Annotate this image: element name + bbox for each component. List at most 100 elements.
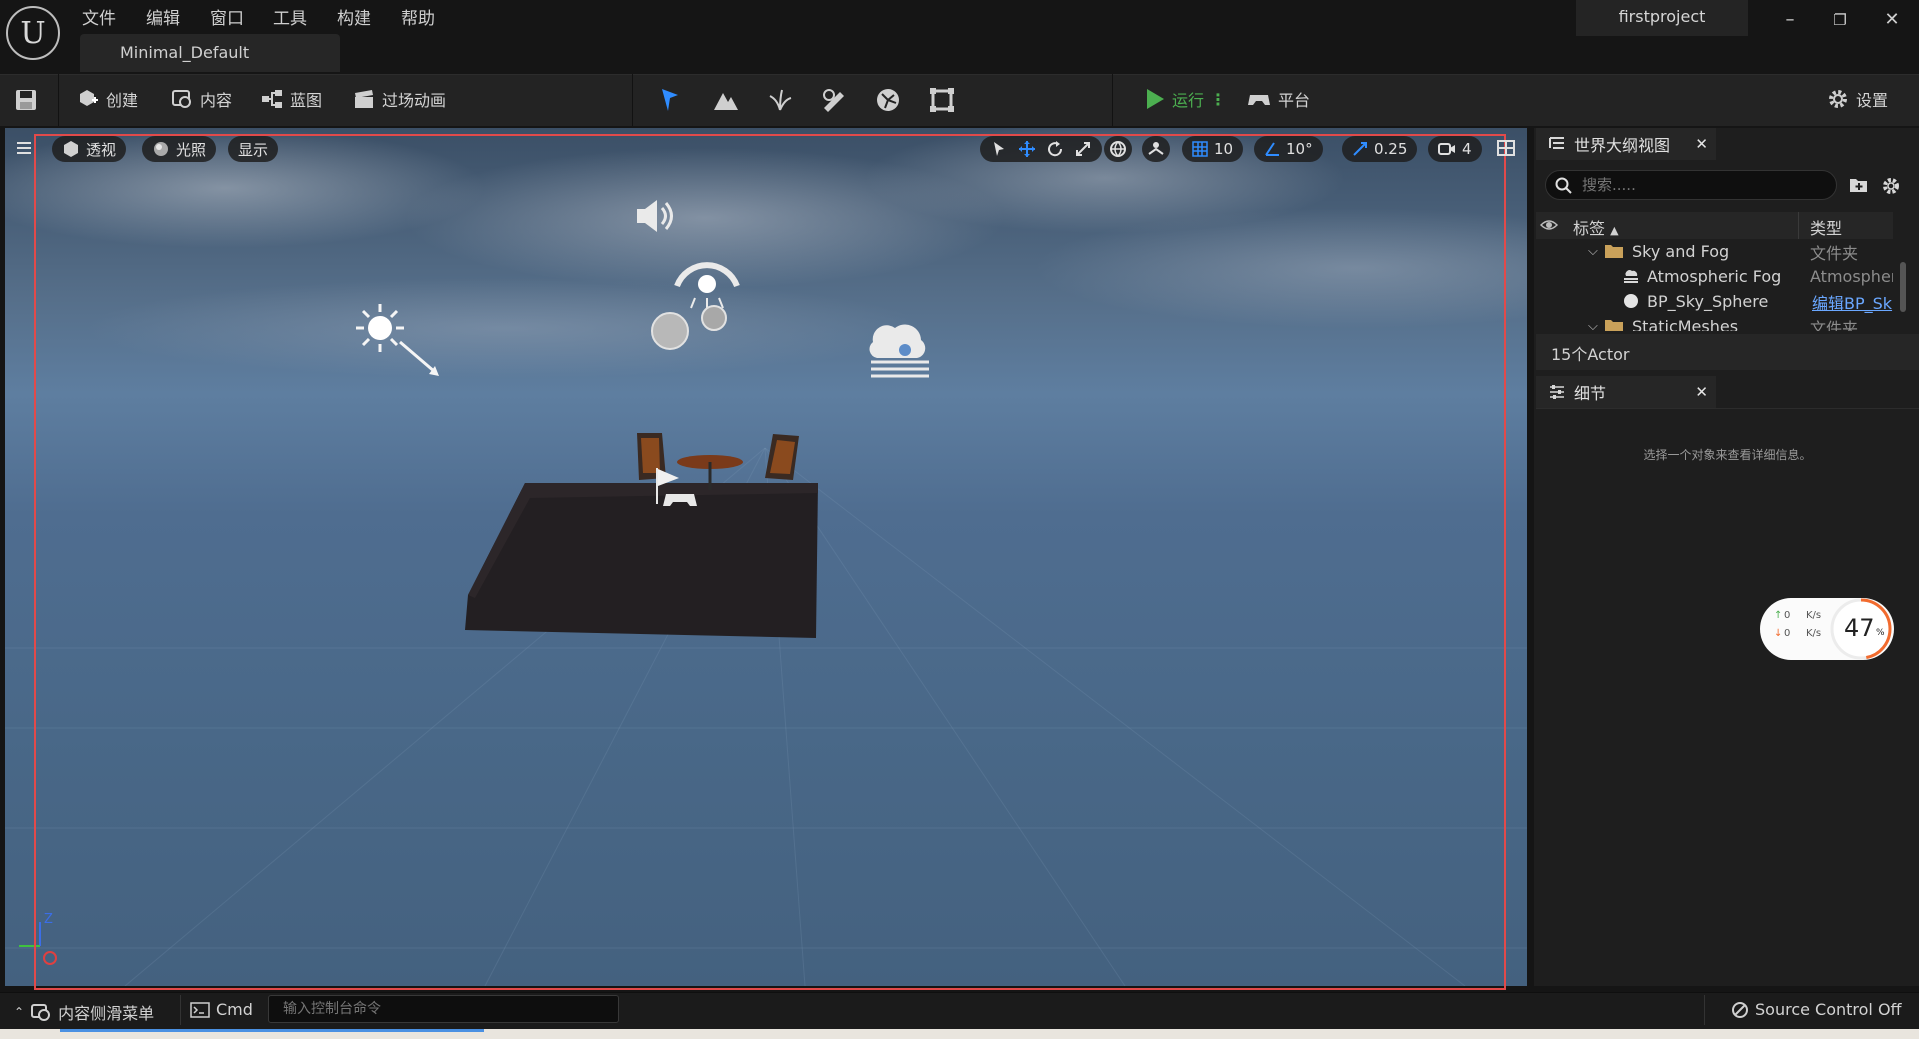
folder-icon — [1605, 320, 1623, 331]
scale-snap-icon — [1353, 142, 1367, 156]
settings-button[interactable]: 设置 — [1826, 84, 1888, 114]
column-type-header[interactable]: 类型 — [1810, 215, 1842, 239]
content-drawer-label: 内容侧滑菜单 — [58, 1004, 155, 1023]
tree-row[interactable]: Atmospheric Fog Atmospher — [1536, 264, 1893, 289]
move-icon[interactable] — [1018, 140, 1036, 158]
camera-speed-button[interactable]: 4 — [1428, 136, 1482, 162]
foliage-mode-icon[interactable] — [766, 86, 794, 114]
play-button[interactable]: 运行 ⋮ — [1144, 84, 1226, 114]
menu-window[interactable]: 窗口 — [210, 4, 244, 29]
viewport-selection-frame — [34, 134, 1506, 990]
lighting-button[interactable]: 光照 — [142, 136, 217, 162]
fracture-mode-icon[interactable] — [874, 86, 902, 114]
menu-build[interactable]: 构建 — [337, 4, 371, 29]
source-control-button[interactable]: Source Control Off — [1731, 1000, 1902, 1019]
chevron-down-icon[interactable]: ⌵ — [1588, 319, 1598, 331]
tab-details[interactable]: 细节 ✕ — [1536, 376, 1716, 408]
scale-snap-button[interactable]: 0.25 — [1342, 136, 1418, 162]
scale-icon[interactable] — [1074, 140, 1092, 158]
blueprint-label: 蓝图 — [290, 91, 323, 110]
play-label: 运行 — [1172, 91, 1205, 110]
platforms-label: 平台 — [1278, 91, 1311, 110]
console-command-input[interactable] — [268, 995, 619, 1023]
modeling-mode-icon[interactable] — [928, 86, 956, 114]
close-button[interactable]: ✕ — [1872, 6, 1912, 34]
camera-speed-value: 4 — [1462, 140, 1472, 158]
clapperboard-icon — [355, 90, 373, 108]
world-local-toggle[interactable] — [1104, 136, 1132, 162]
tree-row-name: Sky and Fog — [1632, 242, 1730, 261]
surface-snap-icon — [1148, 142, 1164, 155]
tab-outliner[interactable]: 世界大纲视图 ✕ — [1536, 128, 1716, 160]
download-unit: K/s — [1806, 628, 1822, 639]
menu-file[interactable]: 文件 — [82, 4, 116, 29]
unreal-logo-icon[interactable]: U — [6, 6, 60, 60]
perspective-label: 透视 — [86, 140, 117, 159]
outliner-search-input[interactable] — [1582, 174, 1822, 196]
network-speed-widget[interactable]: ↑ 0 K/s ↓ 0 K/s 47 % — [1760, 598, 1894, 660]
close-outliner-icon[interactable]: ✕ — [1695, 135, 1708, 153]
column-label-header[interactable]: 标签 ▲ — [1573, 215, 1619, 239]
select-arrow-icon[interactable] — [990, 140, 1008, 158]
content-drawer-button[interactable]: ⌃ 内容侧滑菜单 — [14, 1000, 154, 1024]
add-folder-icon[interactable] — [1849, 176, 1869, 194]
terminal-icon — [190, 1001, 210, 1018]
project-name: firstproject — [1576, 0, 1748, 36]
camera-icon — [1438, 143, 1455, 155]
grid-snap-button[interactable]: 10 — [1182, 136, 1244, 162]
lit-sphere-icon — [154, 142, 168, 156]
outliner-icon — [1549, 137, 1564, 149]
toolbar-divider — [1112, 74, 1113, 126]
visibility-eye-icon[interactable] — [1540, 217, 1558, 233]
cpu-usage-percent-sign: % — [1876, 628, 1885, 638]
menu-help[interactable]: 帮助 — [401, 4, 435, 29]
create-label: 创建 — [106, 91, 139, 110]
viewport-layout-icon[interactable] — [1496, 138, 1516, 158]
outliner-settings-gear-icon[interactable] — [1881, 176, 1901, 196]
cinematics-button[interactable]: 过场动画 — [352, 84, 446, 114]
outliner-title: 世界大纲视图 — [1574, 136, 1671, 155]
landscape-mode-icon[interactable] — [712, 86, 740, 114]
cinematics-label: 过场动画 — [382, 91, 447, 110]
content-button[interactable]: 内容 — [170, 84, 232, 114]
content-drawer-icon — [31, 1004, 51, 1021]
minimize-button[interactable]: – — [1770, 6, 1810, 34]
outliner-scrollbar[interactable] — [1900, 262, 1906, 312]
outliner-search[interactable] — [1545, 170, 1837, 200]
rotate-icon[interactable] — [1046, 140, 1064, 158]
create-button[interactable]: 创建 — [76, 84, 138, 114]
menu-edit[interactable]: 编辑 — [146, 4, 180, 29]
tree-row[interactable]: ⌵ StaticMeshes 文件夹 — [1536, 314, 1893, 331]
surface-snap-toggle[interactable] — [1142, 136, 1170, 162]
select-mode-icon[interactable] — [656, 86, 684, 114]
toolbar-divider — [58, 74, 59, 126]
column-label-text: 标签 — [1573, 219, 1606, 238]
play-options-button[interactable]: ⋮ — [1210, 90, 1226, 109]
blueprint-button[interactable]: 蓝图 — [260, 84, 322, 114]
menu-tools[interactable]: 工具 — [273, 4, 307, 29]
tree-row-name: BP_Sky_Sphere — [1647, 292, 1769, 311]
restore-button[interactable]: ❐ — [1820, 6, 1860, 34]
close-details-icon[interactable]: ✕ — [1695, 383, 1708, 401]
perspective-button[interactable]: 透视 — [52, 136, 127, 162]
globe-icon — [1110, 141, 1126, 158]
mesh-paint-mode-icon[interactable] — [820, 86, 848, 114]
save-icon[interactable] — [14, 88, 40, 112]
actor-count: 15个Actor — [1551, 345, 1630, 364]
rotation-snap-button[interactable]: 10° — [1254, 136, 1323, 162]
column-divider[interactable] — [1798, 212, 1799, 239]
chevron-down-icon[interactable]: ⌵ — [1588, 244, 1598, 259]
level-tab[interactable]: Minimal_Default — [80, 34, 340, 72]
sphere-icon — [1624, 294, 1638, 308]
tree-row-type: 文件夹 — [1810, 318, 1859, 332]
show-button[interactable]: 显示 — [228, 136, 279, 162]
show-label: 显示 — [238, 140, 269, 159]
tree-row[interactable]: ⌵ Sky and Fog 文件夹 — [1536, 239, 1893, 264]
cmd-button[interactable]: Cmd — [190, 1000, 253, 1019]
details-divider — [1536, 408, 1919, 409]
download-value: 0 — [1784, 628, 1791, 639]
viewport-menu-icon[interactable] — [14, 138, 34, 158]
edit-blueprint-link[interactable]: 编辑BP_Sk — [1812, 290, 1892, 314]
tree-row[interactable]: BP_Sky_Sphere 编辑BP_Sk — [1536, 289, 1893, 314]
platforms-button[interactable]: 平台 — [1246, 84, 1310, 114]
